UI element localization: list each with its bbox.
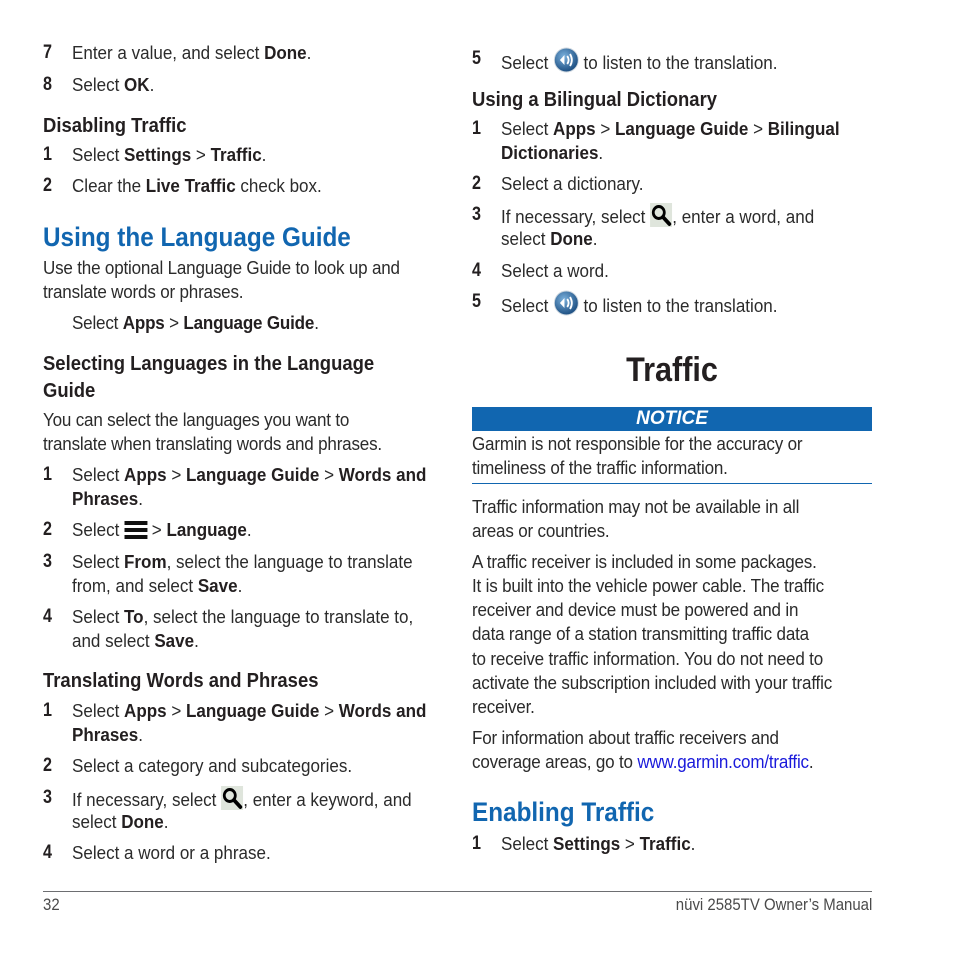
- step-number: 1: [472, 118, 481, 139]
- search-icon: [650, 203, 673, 233]
- step-text-cont: Dictionaries.: [501, 142, 604, 163]
- menu-icon: [124, 520, 148, 546]
- notice-divider: [472, 483, 872, 484]
- manual-title: nüvi 2585TV Owner’s Manual: [675, 895, 872, 914]
- step-text: Clear the Live Traffic check box.: [72, 175, 322, 196]
- step-number: 1: [43, 144, 52, 165]
- step-text: Select OK.: [72, 74, 155, 95]
- heading-selecting-languages-cont: Guide: [43, 379, 96, 402]
- step-text: Select Settings > Traffic.: [72, 144, 267, 165]
- footer-divider: [43, 891, 872, 892]
- step-number: 1: [472, 833, 481, 854]
- paragraph-line: areas or countries.: [472, 520, 610, 541]
- step-text: Select To, select the language to transl…: [72, 606, 414, 627]
- step-number: 4: [43, 842, 52, 863]
- intro-line: translate when translating words and phr…: [43, 433, 382, 454]
- chapter-title-traffic: Traffic: [626, 351, 718, 389]
- step-text-cont: Phrases.: [72, 724, 143, 745]
- heading-translating-words: Translating Words and Phrases: [43, 669, 319, 692]
- paragraph-line: to receive traffic information. You do n…: [472, 648, 823, 669]
- step-number: 7: [43, 42, 52, 63]
- paragraph-line: For information about traffic receivers …: [472, 727, 779, 748]
- step-number: 4: [472, 260, 481, 281]
- paragraph-line: activate the subscription included with …: [472, 672, 833, 693]
- step-text: Select Settings > Traffic.: [501, 833, 696, 854]
- step-text-cont: select Done.: [72, 811, 169, 832]
- search-icon: [221, 786, 244, 816]
- notice-text: timeliness of the traffic information.: [472, 457, 728, 478]
- step-text: Select a word.: [501, 260, 609, 281]
- paragraph-line: A traffic receiver is included in some p…: [472, 551, 817, 572]
- step-text-cont: and select Save.: [72, 630, 199, 651]
- step-number: 1: [43, 464, 52, 485]
- notice-text: Garmin is not responsible for the accura…: [472, 433, 803, 454]
- intro-line: translate words or phrases.: [43, 281, 244, 302]
- paragraph-line: receiver.: [472, 696, 535, 717]
- heading-using-language-guide: Using the Language Guide: [43, 222, 351, 252]
- step-number: 1: [43, 700, 52, 721]
- step-text: Select a category and subcategories.: [72, 755, 353, 776]
- step-text: Select to listen to the translation.: [501, 47, 777, 79]
- step-text: Select > Language.: [72, 518, 252, 546]
- step-text: Select to listen to the translation.: [501, 290, 777, 322]
- step-number: 2: [43, 755, 52, 776]
- step-text-cont: select Done.: [501, 228, 598, 249]
- heading-bilingual-dictionary: Using a Bilingual Dictionary: [472, 88, 718, 111]
- step-text-cont: from, and select Save.: [72, 575, 243, 596]
- step-text-cont: Phrases.: [72, 488, 143, 509]
- heading-selecting-languages: Selecting Languages in the Language: [43, 352, 375, 375]
- notice-banner: NOTICE: [472, 407, 872, 431]
- step-text: Select Apps > Language Guide > Words and: [72, 700, 427, 721]
- step-number: 3: [43, 787, 52, 808]
- paragraph-line: receiver and device must be powered and …: [472, 599, 799, 620]
- step-text: Enter a value, and select Done.: [72, 42, 312, 63]
- step-text: Select Apps > Language Guide > Bilingual: [501, 118, 840, 139]
- step-number: 2: [472, 173, 481, 194]
- speaker-icon: [553, 47, 579, 79]
- paragraph-line: Traffic information may not be available…: [472, 496, 800, 517]
- paragraph-line: data range of a station transmitting tra…: [472, 623, 809, 644]
- step-number: 3: [43, 551, 52, 572]
- heading-enabling-traffic: Enabling Traffic: [472, 797, 655, 827]
- step-text: Select a dictionary.: [501, 173, 644, 194]
- heading-disabling-traffic: Disabling Traffic: [43, 114, 187, 137]
- step-number: 8: [43, 74, 52, 95]
- paragraph-line: It is built into the vehicle power cable…: [472, 575, 824, 596]
- garmin-traffic-link[interactable]: www.garmin.com/traffic: [637, 751, 809, 772]
- step-number: 2: [43, 175, 52, 196]
- step-number: 5: [472, 48, 481, 69]
- step-text: Select From, select the language to tran…: [72, 551, 413, 572]
- step-text: Select Apps > Language Guide > Words and: [72, 464, 427, 485]
- step-number: 2: [43, 519, 52, 540]
- intro-line: You can select the languages you want to: [43, 409, 350, 430]
- step-number: 5: [472, 291, 481, 312]
- speaker-icon: [553, 290, 579, 322]
- paragraph-line: coverage areas, go to www.garmin.com/tra…: [472, 751, 814, 772]
- select-instruction: Select Apps > Language Guide.: [72, 312, 319, 333]
- step-number: 3: [472, 204, 481, 225]
- step-text: Select a word or a phrase.: [72, 842, 271, 863]
- page-number: 32: [43, 895, 60, 914]
- intro-line: Use the optional Language Guide to look …: [43, 257, 400, 278]
- step-number: 4: [43, 606, 52, 627]
